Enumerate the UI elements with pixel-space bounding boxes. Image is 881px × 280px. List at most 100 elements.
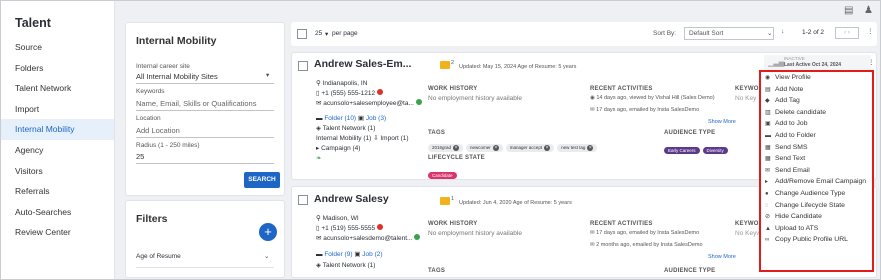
chevron-down-icon: ⌄ bbox=[264, 253, 270, 260]
candidate-name[interactable]: Andrew Sales-Em... bbox=[314, 58, 411, 70]
show-more-link[interactable]: Show More bbox=[708, 254, 736, 260]
activity-status: ▁▃▅ INACTIVE Last Active Oct 24, 2024 bbox=[764, 55, 871, 70]
sidebar: Talent Source Folders Talent Network Imp… bbox=[1, 1, 115, 279]
keywords-value: No Keyw bbox=[735, 230, 762, 237]
sort-value: Default Sort bbox=[689, 30, 724, 37]
menu-item-add-tag[interactable]: ◆ Add Tag bbox=[761, 95, 872, 107]
tags-label: TAGS bbox=[428, 268, 446, 274]
status-dot-green-icon bbox=[415, 99, 422, 105]
select-all-checkbox[interactable] bbox=[297, 29, 307, 39]
card-menu-icon[interactable]: ⋮ bbox=[868, 58, 875, 66]
talent-network-link[interactable]: Talent Network (1) bbox=[323, 125, 376, 132]
phone-icon: ▯ bbox=[316, 225, 320, 232]
sidebar-item-internal-mobility[interactable]: Internal Mobility bbox=[1, 119, 114, 140]
candidate-phone[interactable]: +1 (519) 555-5555 bbox=[321, 225, 375, 232]
candidate-email[interactable]: acunsolo+salesdemo@talent... bbox=[323, 235, 412, 242]
menu-item-send-email[interactable]: ✉ Send Email bbox=[761, 165, 872, 177]
sidebar-item-folders[interactable]: Folders bbox=[1, 58, 114, 79]
phone-icon: ▯ bbox=[316, 90, 320, 97]
leaf-icon: ❧ bbox=[316, 155, 322, 162]
menu-item-add-note[interactable]: ▤ Add Note bbox=[761, 84, 872, 96]
candidate-checkbox[interactable] bbox=[298, 61, 308, 71]
activity-item: 2 months ago, emailed by Insta SalesDemo bbox=[596, 242, 703, 248]
sidebar-item-auto-searches[interactable]: Auto-Searches bbox=[1, 202, 114, 223]
audience-chip[interactable]: Diversity bbox=[702, 147, 728, 154]
email-icon: ✉ bbox=[590, 107, 595, 113]
audience-list: Early Careers Diversity bbox=[664, 139, 731, 157]
sidebar-item-visitors[interactable]: Visitors bbox=[1, 161, 114, 182]
menu-item-email-campaign[interactable]: ▸ Add/Remove Email Campaign bbox=[761, 176, 872, 188]
internal-mobility-link[interactable]: Internal Mobility (1) bbox=[316, 135, 371, 142]
message-icon bbox=[440, 197, 450, 205]
candidate-phone[interactable]: +1 (555) 555-1212 bbox=[321, 90, 375, 97]
pagination-buttons[interactable]: ‹ › bbox=[835, 27, 859, 39]
candidate-name[interactable]: Andrew Salesy bbox=[314, 193, 389, 205]
talent-network-link[interactable]: Talent Network (1) bbox=[323, 262, 376, 269]
tag-chip: newcomer × bbox=[466, 143, 503, 152]
link-icon: ∞ bbox=[765, 237, 770, 244]
eye-icon: ◉ bbox=[765, 75, 771, 81]
job-link[interactable]: Job (2) bbox=[362, 251, 382, 258]
filters-panel: Filters + Age of Resume ⌄ bbox=[125, 200, 285, 278]
search-button[interactable]: SEARCH bbox=[244, 172, 280, 188]
menu-item-hide-candidate[interactable]: ⊘ Hide Candidate bbox=[761, 211, 872, 223]
import-icon: ⇩ bbox=[373, 135, 379, 142]
career-site-select[interactable]: All Internal Mobility Sites bbox=[136, 72, 274, 84]
menu-item-change-audience-type[interactable]: ● Change Audience Type bbox=[761, 188, 872, 200]
sort-label: Sort By: bbox=[653, 30, 677, 37]
career-site-label: Internal career site bbox=[136, 63, 190, 70]
menu-item-view-profile[interactable]: ◉ View Profile bbox=[761, 72, 872, 84]
network-icon: ◈ bbox=[316, 125, 321, 132]
menu-item-send-text[interactable]: ▦ Send Text bbox=[761, 153, 872, 165]
sidebar-item-import[interactable]: Import bbox=[1, 99, 114, 120]
work-history-label: WORK HISTORY bbox=[428, 86, 478, 92]
sidebar-item-referrals[interactable]: Referrals bbox=[1, 181, 114, 202]
folder-link[interactable]: Folder (10) bbox=[324, 115, 356, 122]
job-link[interactable]: Job (3) bbox=[366, 115, 386, 122]
remove-tag-icon[interactable]: × bbox=[544, 144, 551, 151]
chevron-down-icon: ▾ bbox=[266, 72, 270, 79]
audience-chip[interactable]: Early Careers bbox=[664, 147, 700, 154]
menu-item-upload-to-ats[interactable]: ▲ Upload to ATS bbox=[761, 223, 872, 235]
menu-item-add-to-job[interactable]: ▣ Add to Job bbox=[761, 118, 872, 130]
per-page-value[interactable]: 25 bbox=[315, 30, 322, 37]
document-icon[interactable]: ▤ bbox=[844, 5, 853, 16]
folder-icon: ▬ bbox=[316, 115, 323, 122]
sort-direction-icon[interactable]: ↓ bbox=[781, 28, 784, 35]
menu-item-copy-public-profile-url[interactable]: ∞ Copy Public Profile URL bbox=[761, 234, 872, 246]
add-filter-button[interactable]: + bbox=[259, 223, 277, 241]
campaign-link[interactable]: Campaign (4) bbox=[321, 145, 360, 152]
updated-text: Updated: Jun 4, 2020 Age of Resume: 5 ye… bbox=[459, 200, 572, 206]
remove-tag-icon[interactable]: × bbox=[492, 144, 499, 151]
menu-item-change-lifecycle-state[interactable]: ◌ Change Lifecycle State bbox=[761, 200, 872, 212]
lifecycle-chip[interactable]: Candidate bbox=[428, 172, 457, 179]
chevron-down-icon: ⌄ bbox=[767, 30, 773, 37]
sort-select[interactable]: Default Sort bbox=[684, 27, 774, 40]
message-count: 2 bbox=[451, 60, 455, 66]
age-of-resume-filter[interactable]: Age of Resume bbox=[136, 253, 181, 260]
candidate-email[interactable]: acunsolo+salesemployee@ta... bbox=[323, 100, 414, 107]
sidebar-item-agency[interactable]: Agency bbox=[1, 140, 114, 161]
sidebar-item-talent-network[interactable]: Talent Network bbox=[1, 78, 114, 99]
remove-tag-icon[interactable]: × bbox=[453, 144, 460, 151]
folder-link[interactable]: Folder (9) bbox=[324, 251, 352, 258]
remove-tag-icon[interactable]: × bbox=[587, 144, 594, 151]
keywords-input[interactable]: Name, Email, Skills or Qualifications bbox=[136, 99, 274, 111]
menu-item-send-sms[interactable]: ▦ Send SMS bbox=[761, 142, 872, 154]
menu-item-add-to-folder[interactable]: ▬ Add to Folder bbox=[761, 130, 872, 142]
location-input[interactable]: Add Location bbox=[136, 126, 274, 138]
sidebar-item-source[interactable]: Source bbox=[1, 37, 114, 58]
people-icon[interactable]: ♟ bbox=[864, 5, 873, 16]
candidate-checkbox[interactable] bbox=[298, 195, 308, 205]
filters-title: Filters bbox=[136, 213, 168, 225]
show-more-link[interactable]: Show More bbox=[708, 119, 736, 125]
menu-item-delete-candidate[interactable]: ▥ Delete candidate bbox=[761, 107, 872, 119]
folder-icon: ▬ bbox=[316, 251, 323, 258]
more-options-icon[interactable]: ⋮ bbox=[867, 27, 874, 35]
briefcase-icon: ▣ bbox=[357, 115, 365, 122]
import-link[interactable]: Import (1) bbox=[380, 135, 408, 142]
radius-input[interactable]: 25 bbox=[136, 152, 274, 164]
sidebar-item-review-center[interactable]: Review Center bbox=[1, 222, 114, 243]
updated-text: Updated: May 15, 2024 Age of Resume: 5 y… bbox=[459, 64, 577, 70]
audience-type-label: AUDIENCE TYPE bbox=[664, 268, 716, 274]
